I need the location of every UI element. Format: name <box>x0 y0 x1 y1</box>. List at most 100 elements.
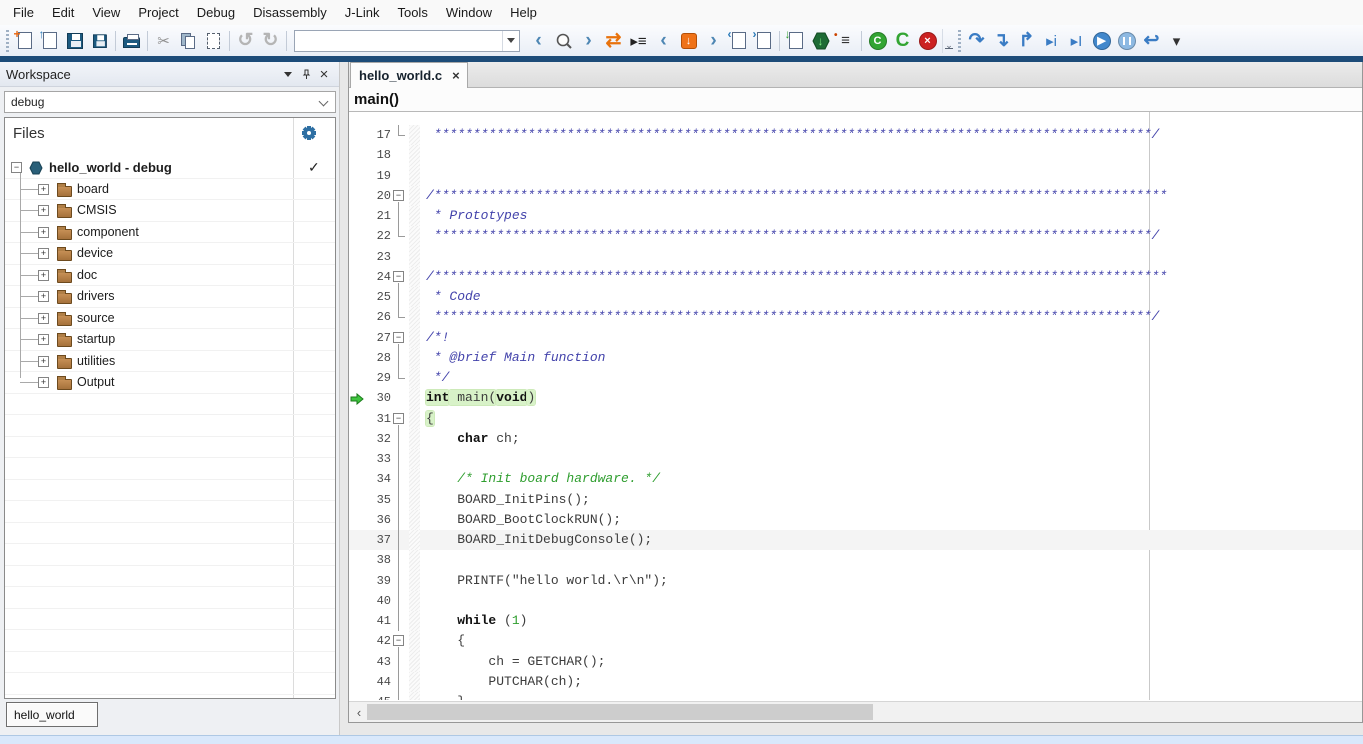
breakpoint-gutter[interactable] <box>349 550 365 570</box>
tree-item-utilities[interactable]: +utilities <box>5 351 335 373</box>
code-line-43[interactable]: 43 ch = GETCHAR(); <box>349 652 1362 672</box>
code-line-40[interactable]: 40 <box>349 591 1362 611</box>
paste-icon[interactable] <box>201 28 226 54</box>
menu-item-tools[interactable]: Tools <box>388 0 436 25</box>
code-text[interactable]: char ch; <box>420 429 520 449</box>
code-text[interactable] <box>420 145 426 165</box>
run-to-cursor-icon[interactable]: ▸I <box>1064 28 1089 54</box>
fold-toggle-icon[interactable]: − <box>391 409 407 429</box>
expand-icon[interactable]: + <box>38 205 49 216</box>
search-combo[interactable] <box>294 30 520 52</box>
code-line-31[interactable]: 31−{ <box>349 409 1362 429</box>
code-text[interactable]: } <box>420 692 465 700</box>
breakpoint-gutter[interactable] <box>349 591 365 611</box>
menu-item-view[interactable]: View <box>83 0 129 25</box>
code-line-34[interactable]: 34 /* Init board hardware. */ <box>349 469 1362 489</box>
menu-item-j-link[interactable]: J-Link <box>336 0 389 25</box>
code-line-27[interactable]: 27−/*! <box>349 328 1362 348</box>
breakpoint-gutter[interactable] <box>349 206 365 226</box>
code-line-30[interactable]: 30int main(void) <box>349 388 1362 408</box>
code-text[interactable]: /***************************************… <box>420 267 1167 287</box>
breakpoint-gutter[interactable] <box>349 287 365 307</box>
code-line-32[interactable]: 32 char ch; <box>349 429 1362 449</box>
code-line-26[interactable]: 26 *************************************… <box>349 307 1362 327</box>
code-text[interactable]: int main(void) <box>420 388 535 408</box>
reset-icon[interactable]: ↷ <box>964 28 989 54</box>
code-line-20[interactable]: 20−/************************************… <box>349 186 1362 206</box>
code-text[interactable]: PUTCHAR(ch); <box>420 672 582 692</box>
code-line-36[interactable]: 36 BOARD_BootClockRUN(); <box>349 510 1362 530</box>
collapse-icon[interactable]: − <box>11 162 22 173</box>
expand-icon[interactable]: + <box>38 356 49 367</box>
code-text[interactable]: BOARD_InitDebugConsole(); <box>420 530 652 550</box>
tree-item-cmsis[interactable]: +CMSIS <box>5 200 335 222</box>
code-line-22[interactable]: 22 *************************************… <box>349 226 1362 246</box>
download-icon[interactable]: ↓ <box>783 28 808 54</box>
code-line-33[interactable]: 33 <box>349 449 1362 469</box>
save-icon[interactable] <box>62 28 87 54</box>
code-line-38[interactable]: 38 <box>349 550 1362 570</box>
code-text[interactable]: */ <box>420 368 449 388</box>
copy-icon[interactable] <box>176 28 201 54</box>
code-line-23[interactable]: 23 <box>349 247 1362 267</box>
find-previous-icon[interactable]: ‹ <box>526 28 551 54</box>
tree-item-device[interactable]: +device <box>5 243 335 265</box>
tree-item-source[interactable]: +source <box>5 308 335 330</box>
open-file-icon[interactable]: ↑ <box>37 28 62 54</box>
code-text[interactable]: * Prototypes <box>420 206 527 226</box>
tree-item-component[interactable]: +component <box>5 222 335 244</box>
code-line-19[interactable]: 19 <box>349 166 1362 186</box>
code-text[interactable]: /***************************************… <box>420 186 1167 206</box>
code-text[interactable]: ch = GETCHAR(); <box>420 652 605 672</box>
breakpoint-gutter[interactable] <box>349 307 365 327</box>
code-text[interactable]: BOARD_BootClockRUN(); <box>420 510 621 530</box>
cut-icon[interactable]: ✂ <box>151 28 176 54</box>
menu-item-disassembly[interactable]: Disassembly <box>244 0 336 25</box>
tab-hello-world-c[interactable]: hello_world.c × <box>350 62 468 88</box>
breakpoint-gutter[interactable] <box>349 409 365 429</box>
breakpoint-gutter[interactable] <box>349 510 365 530</box>
navigate-arrows-icon[interactable]: ⇄ <box>601 28 626 54</box>
code-line-44[interactable]: 44 PUTCHAR(ch); <box>349 672 1362 692</box>
code-line-25[interactable]: 25 * Code <box>349 287 1362 307</box>
expand-icon[interactable]: + <box>38 227 49 238</box>
next-file-icon[interactable]: › <box>751 28 776 54</box>
workspace-menu-icon[interactable] <box>279 65 297 83</box>
code-line-41[interactable]: 41 while (1) <box>349 611 1362 631</box>
breakpoint-gutter[interactable] <box>349 469 365 489</box>
go-icon[interactable]: ▶ <box>1089 28 1114 54</box>
breakpoint-gutter[interactable] <box>349 267 365 287</box>
breakpoint-gutter[interactable] <box>349 145 365 165</box>
code-line-18[interactable]: 18 <box>349 145 1362 165</box>
save-all-icon[interactable] <box>87 28 112 54</box>
tree-item-doc[interactable]: +doc <box>5 265 335 287</box>
breakpoint-gutter[interactable] <box>349 166 365 186</box>
previous-bookmark-icon[interactable]: ‹ <box>651 28 676 54</box>
code-line-29[interactable]: 29 */ <box>349 368 1362 388</box>
breakpoint-gutter[interactable] <box>349 631 365 651</box>
next-statement-icon[interactable]: ▸i <box>1039 28 1064 54</box>
tree-item-startup[interactable]: +startup <box>5 329 335 351</box>
compile-icon[interactable]: C <box>865 28 890 54</box>
code-text[interactable]: ****************************************… <box>420 307 1159 327</box>
tab-close-icon[interactable]: × <box>452 68 460 83</box>
code-text[interactable] <box>420 166 426 186</box>
expand-icon[interactable]: + <box>38 184 49 195</box>
expand-icon[interactable]: + <box>38 270 49 281</box>
code-line-39[interactable]: 39 PRINTF("hello world.\r\n"); <box>349 571 1362 591</box>
tree-item-board[interactable]: +board <box>5 179 335 201</box>
code-text[interactable]: * Code <box>420 287 481 307</box>
menu-item-help[interactable]: Help <box>501 0 546 25</box>
code-line-45[interactable]: 45 } <box>349 692 1362 700</box>
menu-item-debug[interactable]: Debug <box>188 0 244 25</box>
fold-toggle-icon[interactable]: − <box>391 631 407 651</box>
breakpoint-gutter[interactable] <box>349 530 365 550</box>
menu-item-window[interactable]: Window <box>437 0 501 25</box>
code-text[interactable]: { <box>420 631 465 651</box>
code-line-35[interactable]: 35 BOARD_InitPins(); <box>349 490 1362 510</box>
code-line-37[interactable]: 37 BOARD_InitDebugConsole(); <box>349 530 1362 550</box>
next-bookmark-icon[interactable]: › <box>701 28 726 54</box>
expand-icon[interactable]: + <box>38 291 49 302</box>
tree-item-root[interactable]: −hello_world - debug✓ <box>5 157 335 179</box>
close-icon[interactable]: × <box>315 65 333 83</box>
